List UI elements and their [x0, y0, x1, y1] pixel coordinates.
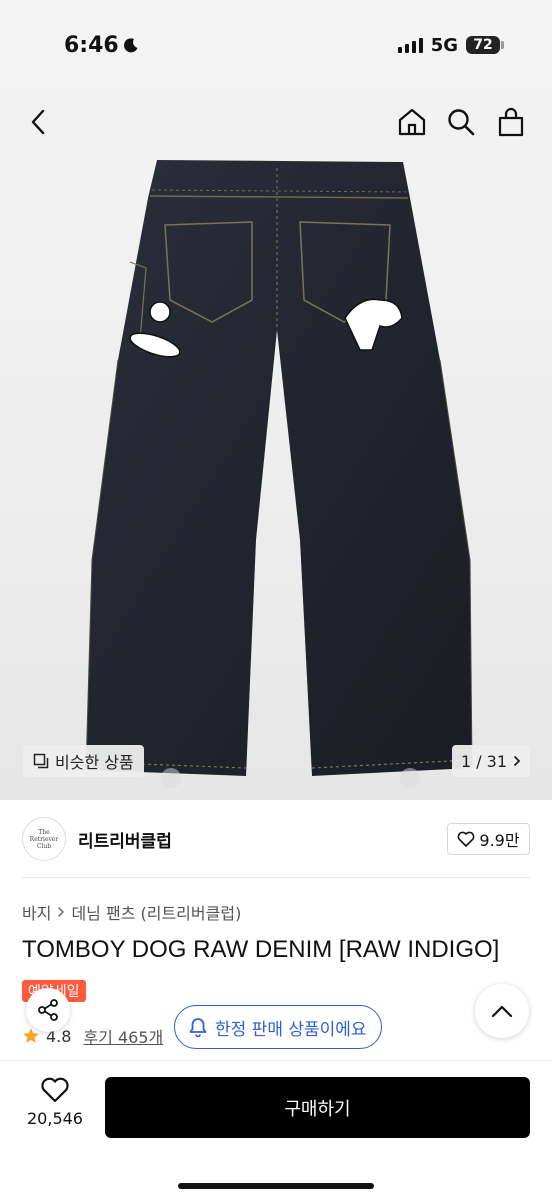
chevron-left-icon: [31, 109, 45, 135]
cellular-signal-icon: [397, 37, 423, 53]
battery-icon: 72: [466, 36, 504, 54]
image-counter[interactable]: 1 / 31: [452, 745, 530, 777]
brand-like-count: 9.9만: [479, 831, 520, 850]
search-button[interactable]: [441, 102, 481, 142]
share-button[interactable]: [26, 988, 70, 1032]
chevron-right-icon: [58, 906, 65, 918]
home-icon: [398, 108, 426, 136]
share-icon: [38, 999, 58, 1021]
divider: [22, 877, 530, 878]
status-bar: 6:46 5G 72: [0, 0, 552, 90]
breadcrumb: 바지 데님 팬츠 (리트리버클럽): [22, 900, 241, 924]
scroll-to-top-button[interactable]: [475, 984, 529, 1038]
brand-row: The Retriever Club 리트리버클럽 9.9만: [22, 812, 530, 866]
heart-icon: [41, 1077, 69, 1103]
home-indicator: [178, 1183, 374, 1189]
buy-button-label: 구매하기: [284, 1098, 351, 1120]
cart-button[interactable]: [491, 102, 531, 142]
similar-items-icon: [33, 753, 49, 769]
limited-sale-label: 한정 판매 상품이에요: [215, 1019, 367, 1040]
network-type: 5G: [430, 34, 458, 56]
chevron-up-icon: [491, 1005, 513, 1018]
bottom-purchase-bar: 20,546 구매하기: [0, 1060, 552, 1200]
chevron-right-icon: [513, 755, 521, 767]
breadcrumb-item-category[interactable]: 바지: [22, 900, 51, 924]
search-icon: [448, 109, 475, 136]
buy-button[interactable]: 구매하기: [105, 1077, 530, 1138]
wishlist-button[interactable]: 20,546: [22, 1077, 88, 1128]
similar-products-button[interactable]: 비슷한 상품: [23, 745, 144, 777]
brand-logo[interactable]: The Retriever Club: [22, 817, 66, 861]
moon-icon: [123, 38, 138, 53]
product-title: TOMBOY DOG RAW DENIM [RAW INDIGO]: [22, 936, 500, 963]
similar-products-label: 비슷한 상품: [55, 753, 134, 772]
breadcrumb-item-subcategory[interactable]: 데님 팬츠 (리트리버클럽): [71, 900, 241, 924]
limited-sale-notice[interactable]: 한정 판매 상품이에요: [174, 1005, 382, 1049]
brand-name[interactable]: 리트리버클럽: [78, 827, 172, 852]
brand-like-button[interactable]: 9.9만: [447, 823, 530, 855]
battery-level: 72: [466, 36, 500, 54]
shopping-bag-icon: [498, 107, 524, 137]
home-button[interactable]: [392, 102, 432, 142]
heart-icon: [458, 831, 475, 847]
review-count-link[interactable]: 후기 465개: [83, 1024, 163, 1048]
bell-icon: [189, 1018, 207, 1037]
back-button[interactable]: [18, 102, 58, 142]
image-counter-text: 1 / 31: [460, 751, 508, 771]
top-navigation: [0, 90, 552, 154]
wishlist-count: 20,546: [27, 1109, 83, 1128]
status-time: 6:46: [64, 33, 139, 58]
